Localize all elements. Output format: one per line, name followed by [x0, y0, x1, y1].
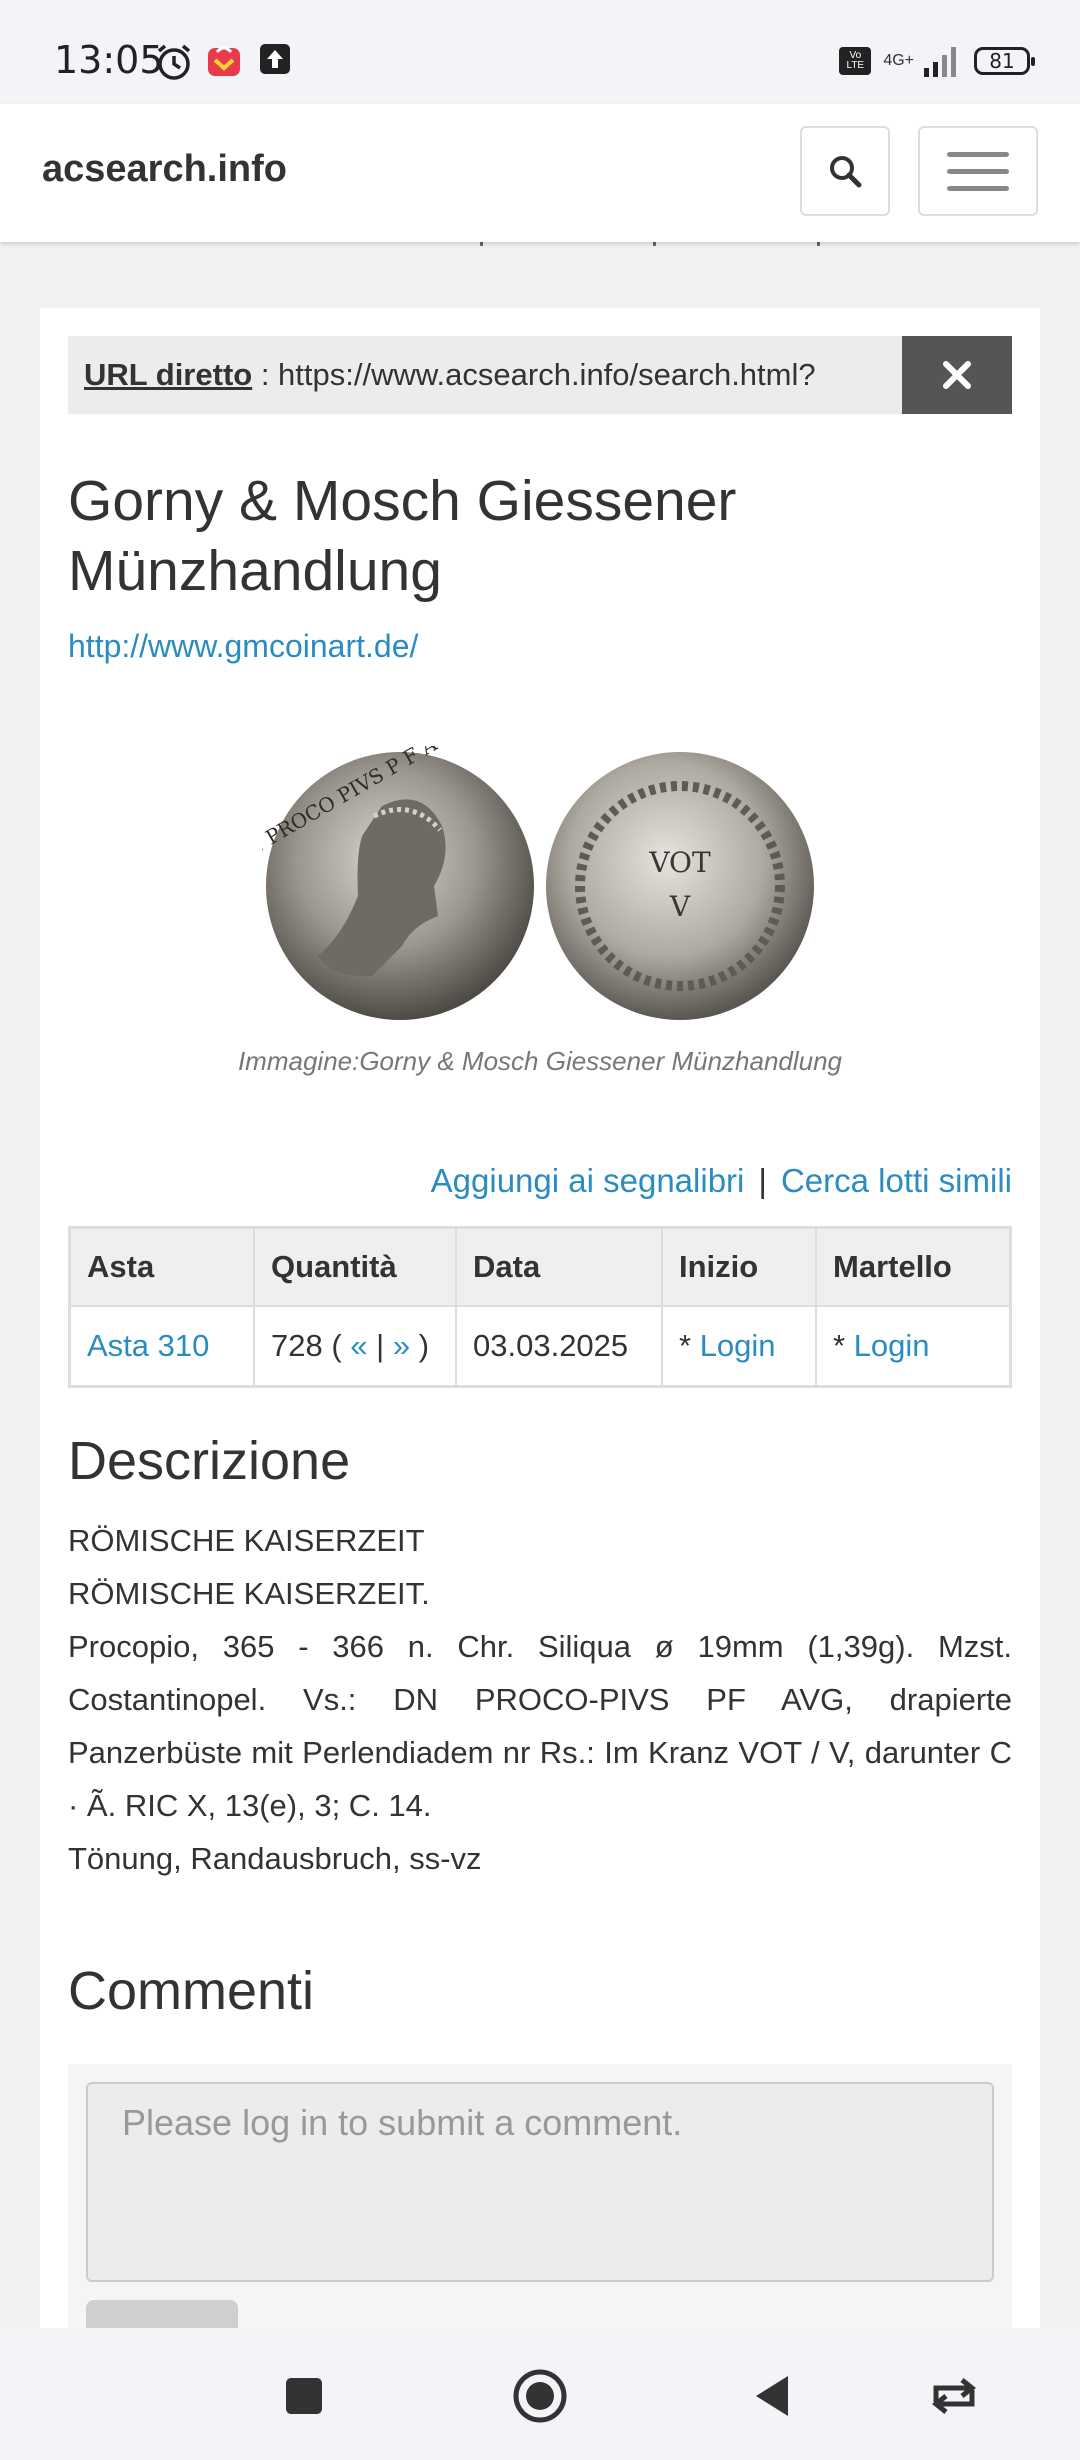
direct-url-value: https://www.acsearch.info/search.html?: [278, 357, 816, 392]
shopping-app-icon: [208, 46, 240, 76]
battery-icon: 81: [974, 47, 1035, 75]
menu-icon-bar: [947, 151, 1009, 157]
lot-number-close: ): [410, 1328, 430, 1363]
description-heading: Descrizione: [68, 1431, 351, 1491]
site-navbar: acsearch.info: [0, 104, 1080, 242]
similar-lots-link[interactable]: Cerca lotti simili: [781, 1162, 1012, 1199]
image-caption: Immagine:Gorny & Mosch Giessener Münzhan…: [237, 1046, 843, 1076]
coin-reverse: [546, 752, 814, 1020]
start-price-cell: * Login: [661, 1305, 817, 1388]
home-button[interactable]: [512, 2368, 568, 2424]
direct-url-separator: :: [252, 357, 279, 392]
hammer-price-prefix: *: [833, 1328, 854, 1363]
column-header: Quantità: [253, 1226, 457, 1307]
auction-house-website-link[interactable]: http://www.gmcoinart.de/: [68, 628, 418, 665]
auction-link[interactable]: Asta 310: [87, 1328, 209, 1363]
description-line: Procopio, 365 - 366 n. Chr. Siliqua ø 19…: [68, 1629, 1012, 1823]
hammer-price-cell: * Login: [815, 1305, 1012, 1388]
rotate-icon: [931, 2378, 977, 2414]
column-header: Asta: [68, 1226, 255, 1307]
lot-table: Asta Quantità Data Inizio Martello Asta …: [68, 1226, 1012, 1388]
bookmark-link[interactable]: Aggiungi ai segnalibri: [431, 1162, 745, 1199]
volte-badge: Vo LTE: [839, 47, 872, 75]
actions-separator: |: [758, 1162, 767, 1199]
hammer-price-login-link[interactable]: Login: [854, 1328, 930, 1363]
signal-icon: [924, 47, 956, 77]
menu-icon-bar: [947, 168, 1009, 174]
direct-url-label: URL diretto: [84, 357, 253, 392]
alarm-icon: [157, 44, 191, 80]
battery-level: 81: [989, 49, 1015, 73]
table-header-row: Asta Quantità Data Inizio Martello: [68, 1226, 1012, 1307]
comment-textarea[interactable]: Please log in to submit a comment.: [86, 2082, 994, 2282]
upload-icon: [260, 44, 290, 74]
back-button[interactable]: [744, 2368, 800, 2424]
home-icon: [513, 2369, 567, 2423]
description-line: Tönung, Randausbruch, ss-vz: [68, 1841, 482, 1876]
menu-button[interactable]: [918, 126, 1038, 216]
close-url-button[interactable]: [902, 336, 1012, 414]
system-navigation-bar: [0, 2328, 1080, 2460]
status-time: 13:05: [54, 38, 164, 82]
column-header: Data: [455, 1226, 663, 1307]
start-price-login-link[interactable]: Login: [700, 1328, 776, 1363]
description-line: RÖMISCHE KAISERZEIT.: [68, 1576, 430, 1611]
direct-url-bar: URL diretto : https://www.acsearch.info/…: [68, 336, 1012, 414]
lot-number: 728 (: [271, 1328, 342, 1363]
reverse-text-line-1: VOT: [648, 846, 711, 879]
site-brand[interactable]: acsearch.info: [42, 148, 287, 191]
comment-form: Please log in to submit a comment.: [68, 2064, 1012, 2340]
next-lot-link[interactable]: »: [393, 1328, 410, 1363]
rotate-button[interactable]: [926, 2368, 982, 2424]
direct-url-text[interactable]: URL diretto : https://www.acsearch.info/…: [68, 357, 888, 393]
lot-actions: Aggiungi ai segnalibri | Cerca lotti simil…: [431, 1162, 1012, 1200]
recents-icon: [286, 2378, 322, 2414]
network-type: 4G+: [883, 52, 914, 69]
table-row: Asta 310 728 ( « | » ) 03.03.2025 * Logi…: [68, 1305, 1012, 1388]
search-icon: [830, 156, 862, 188]
back-icon: [756, 2376, 788, 2416]
recents-button[interactable]: [276, 2368, 332, 2424]
description-text: RÖMISCHE KAISERZEIT RÖMISCHE KAISERZEIT.…: [68, 1514, 1012, 1885]
column-header: Inizio: [661, 1226, 817, 1307]
auction-house-title: Gorny & Mosch Giessener Münzhandlung: [68, 469, 737, 603]
reverse-text-line-2: V: [669, 890, 691, 923]
lot-nav-separator: |: [376, 1328, 385, 1363]
coin-image[interactable]: DN PROCO PIVS P F AVG VOT V: [262, 746, 818, 1026]
close-icon: [943, 361, 971, 389]
date-cell: 03.03.2025: [455, 1305, 663, 1388]
description-line: RÖMISCHE KAISERZEIT: [68, 1523, 425, 1558]
column-header: Martello: [815, 1226, 1012, 1307]
comments-heading: Commenti: [68, 1961, 315, 2021]
previous-lot-link[interactable]: «: [350, 1328, 367, 1363]
auction-cell: Asta 310: [68, 1305, 255, 1388]
start-price-prefix: *: [679, 1328, 700, 1363]
search-button[interactable]: [800, 126, 890, 216]
status-bar: 13:05 Vo LTE 4G+ 81: [0, 0, 1080, 104]
lot-number-cell: 728 ( « | » ): [253, 1305, 457, 1388]
menu-icon-bar: [947, 185, 1009, 191]
lot-card: URL diretto : https://www.acsearch.info/…: [40, 308, 1040, 2340]
